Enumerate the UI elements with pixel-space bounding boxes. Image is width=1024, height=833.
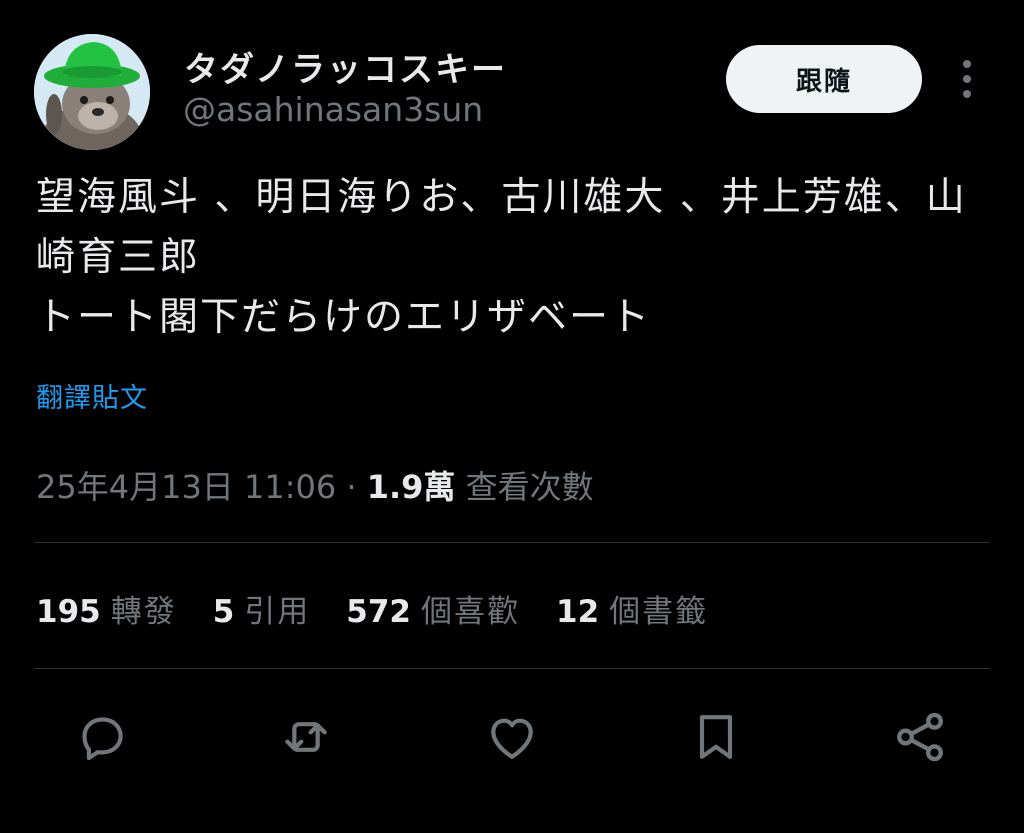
bookmarks-label: 個書籤 <box>609 594 709 630</box>
bookmarks-count: 12 <box>556 594 600 630</box>
quotes-label: 引用 <box>244 594 311 630</box>
retweet-icon[interactable] <box>274 705 338 769</box>
retweets-label: 轉發 <box>110 594 177 630</box>
avatar-image <box>34 34 150 150</box>
more-vertical-icon[interactable] <box>956 58 978 100</box>
tweet-meta: 25年4月13日 11:06 · 1.9萬 查看次數 <box>36 462 594 508</box>
likes-stat[interactable]: 572 個喜歡 <box>346 586 520 631</box>
quotes-count: 5 <box>212 594 235 630</box>
retweets-stat[interactable]: 195 轉發 <box>36 586 177 631</box>
quotes-stat[interactable]: 5 引用 <box>213 586 311 631</box>
likes-label: 個喜歡 <box>421 594 521 630</box>
reply-icon[interactable] <box>70 705 134 769</box>
display-name[interactable]: タダノラッコスキー <box>184 42 507 91</box>
follow-button[interactable]: 跟隨 <box>726 45 922 113</box>
avatar[interactable] <box>34 34 150 150</box>
bookmarks-stat[interactable]: 12 個書籤 <box>556 586 708 631</box>
divider <box>34 542 990 543</box>
handle[interactable]: @asahinasan3sun <box>183 90 483 129</box>
views-count: 1.9萬 <box>366 468 456 506</box>
timestamp[interactable]: 25年4月13日 11:06 <box>36 468 336 506</box>
likes-count: 572 <box>346 594 412 630</box>
retweets-count: 195 <box>36 594 101 630</box>
tweet-detail: タダノラッコスキー @asahinasan3sun 跟隨 望海風斗 、明日海りお… <box>0 0 1024 833</box>
translate-post-link[interactable]: 翻譯貼文 <box>36 376 148 415</box>
action-bar <box>0 705 1024 775</box>
share-icon[interactable] <box>888 705 952 769</box>
heart-icon[interactable] <box>480 705 544 769</box>
tweet-text: 望海風斗 、明日海りお、古川雄大 、井上芳雄、山崎育三郎 トート閣下だらけのエリ… <box>36 175 967 340</box>
divider <box>34 668 990 669</box>
views-label: 查看次數 <box>455 468 594 506</box>
bookmark-icon[interactable] <box>684 705 748 769</box>
engagement-stats: 195 轉發 5 引用 572 個喜歡 12 個書籤 <box>36 586 744 631</box>
meta-separator: · <box>336 468 367 506</box>
